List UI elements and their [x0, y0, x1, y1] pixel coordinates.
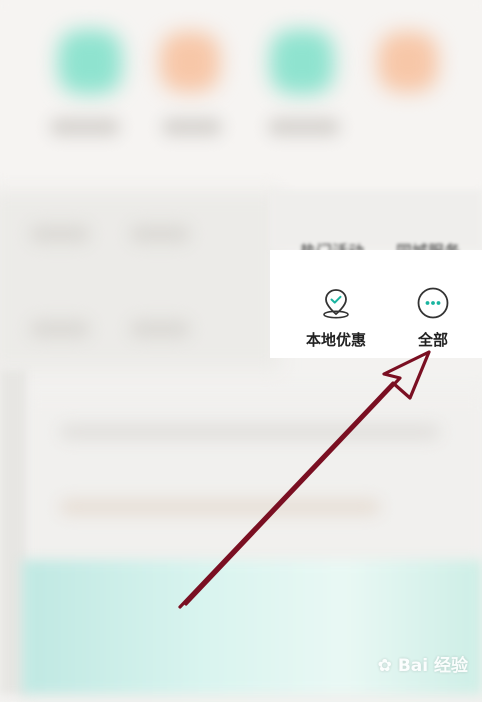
baidu-watermark: ✿ Bai 经验: [377, 656, 468, 676]
paw-icon: ✿: [377, 656, 392, 676]
annotation-arrow: [178, 350, 431, 609]
